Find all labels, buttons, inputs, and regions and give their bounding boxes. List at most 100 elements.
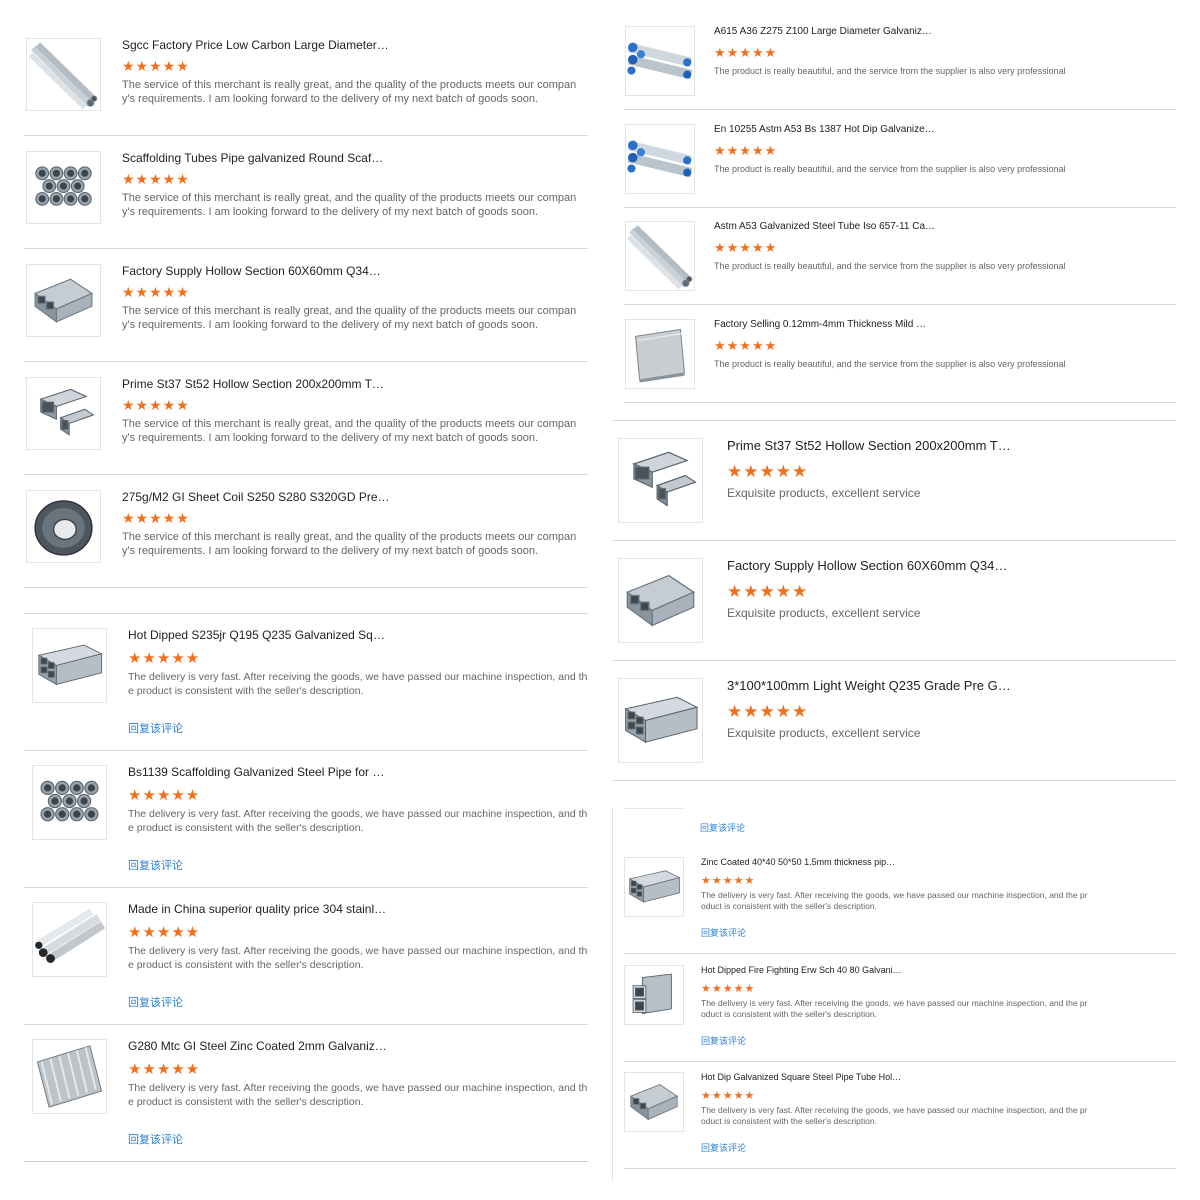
review-item: Zinc Coated 40*40 50*50 1.5mm thickness … xyxy=(612,800,1176,954)
product-title[interactable]: Prime St37 St52 Hollow Section 200x200mm… xyxy=(727,438,1011,453)
pipe-bundle-icon[interactable] xyxy=(26,38,101,111)
product-title[interactable]: Scaffolding Tubes Pipe galvanized Round … xyxy=(122,151,383,165)
review-text: The service of this merchant is really g… xyxy=(122,305,577,331)
review-text: The service of this merchant is really g… xyxy=(122,79,577,105)
reply-link[interactable]: 回复该评论 xyxy=(701,1141,746,1154)
product-title[interactable]: Zinc Coated 40*40 50*50 1.5mm thickness … xyxy=(701,857,895,867)
star-rating: ★★★★★ xyxy=(714,337,778,353)
panel-divider xyxy=(612,420,1176,421)
review-text: The service of this merchant is really g… xyxy=(122,418,577,444)
review-item: 275g/M2 GI Sheet Coil S250 S280 S320GD P… xyxy=(24,472,588,588)
square-tube-icon[interactable] xyxy=(26,264,101,337)
reply-link[interactable]: 回复该评论 xyxy=(128,857,183,873)
star-rating: ★★★★★ xyxy=(128,787,201,804)
review-divider xyxy=(24,887,588,888)
star-rating: ★★★★★ xyxy=(128,924,201,941)
review-item: A615 A36 Z275 Z100 Large Diameter Galvan… xyxy=(612,14,1176,112)
product-title[interactable]: Factory Selling 0.12mm-4mm Thickness Mil… xyxy=(714,319,926,330)
review-text: The delivery is very fast. After receivi… xyxy=(128,1082,588,1108)
review-divider xyxy=(624,206,1176,208)
star-rating: ★★★★★ xyxy=(727,582,809,601)
review-text: The product is really beautiful, and the… xyxy=(714,358,1066,369)
stainless-pipe-icon[interactable] xyxy=(32,902,107,977)
square-tube-icon[interactable] xyxy=(618,558,703,643)
product-title[interactable]: Made in China superior quality price 304… xyxy=(128,902,386,916)
hollow-section-icon[interactable] xyxy=(26,377,101,450)
product-title[interactable]: G280 Mtc GI Steel Zinc Coated 2mm Galvan… xyxy=(128,1039,388,1053)
reply-link[interactable]: 回复该评论 xyxy=(128,1131,183,1147)
product-title[interactable]: Sgcc Factory Price Low Carbon Large Diam… xyxy=(122,38,389,52)
product-title[interactable]: Astm A53 Galvanized Steel Tube Iso 657-1… xyxy=(714,221,935,232)
review-text: The product is really beautiful, and the… xyxy=(714,261,1066,271)
review-panel-b: A615 A36 Z275 Z100 Large Diameter Galvan… xyxy=(612,14,1176,422)
pipe-stack-icon[interactable] xyxy=(26,151,101,224)
star-rating: ★★★★★ xyxy=(122,171,190,187)
review-panel-c: Hot Dipped S235jr Q195 Q235 Galvanized S… xyxy=(24,600,588,1180)
review-divider xyxy=(24,587,588,588)
star-rating: ★★★★★ xyxy=(122,284,190,300)
square-tube-stack-icon[interactable] xyxy=(618,678,703,763)
review-divider xyxy=(24,613,588,614)
review-text: Exquisite products, excellent service xyxy=(727,726,921,740)
review-text: The service of this merchant is really g… xyxy=(122,531,577,557)
review-divider xyxy=(624,109,1176,110)
review-item: Sgcc Factory Price Low Carbon Large Diam… xyxy=(24,20,588,136)
review-divider xyxy=(624,304,1176,305)
review-item: Factory Supply Hollow Section 60X60mm Q3… xyxy=(24,246,588,362)
pipe-bundle-icon[interactable] xyxy=(625,221,695,291)
review-item: Hot Dipped Fire Fighting Erw Sch 40 80 G… xyxy=(612,908,1176,1062)
review-text: The delivery is very fast. After receivi… xyxy=(128,808,588,834)
review-divider xyxy=(624,401,1176,403)
review-divider xyxy=(612,540,1176,541)
product-title[interactable]: Hot Dipped Fire Fighting Erw Sch 40 80 G… xyxy=(701,965,902,975)
product-title[interactable]: 3*100*100mm Light Weight Q235 Grade Pre … xyxy=(727,678,1011,693)
product-title[interactable]: Prime St37 St52 Hollow Section 200x200mm… xyxy=(122,377,384,391)
review-item: Astm A53 Galvanized Steel Tube Iso 657-1… xyxy=(612,209,1176,307)
product-title[interactable]: 275g/M2 GI Sheet Coil S250 S280 S320GD P… xyxy=(122,490,390,504)
corrugated-sheet-icon[interactable] xyxy=(32,1039,107,1114)
review-item: Prime St37 St52 Hollow Section 200x200mm… xyxy=(24,359,588,475)
review-divider xyxy=(24,1024,588,1025)
star-rating: ★★★★★ xyxy=(122,58,190,74)
review-item: Scaffolding Tubes Pipe galvanized Round … xyxy=(24,133,588,249)
product-title[interactable]: Hot Dipped S235jr Q195 Q235 Galvanized S… xyxy=(128,628,388,642)
star-rating: ★★★★★ xyxy=(122,397,190,413)
product-title[interactable]: Bs1139 Scaffolding Galvanized Steel Pipe… xyxy=(128,765,384,779)
reply-link[interactable]: 回复该评论 xyxy=(128,720,183,736)
review-item: En 10255 Astm A53 Bs 1387 Hot Dip Galvan… xyxy=(612,112,1176,210)
panel-bottom-divider xyxy=(24,1161,588,1162)
star-rating: ★★★★★ xyxy=(122,510,190,526)
product-title[interactable]: En 10255 Astm A53 Bs 1387 Hot Dip Galvan… xyxy=(714,124,935,135)
star-rating: ★★★★★ xyxy=(727,462,809,481)
product-title[interactable]: Hot Dip Galvanized Square Steel Pipe Tub… xyxy=(701,1072,901,1082)
star-rating: ★★★★★ xyxy=(714,45,778,60)
reply-link[interactable]: 回复该评论 xyxy=(128,994,183,1010)
review-item: Bs1139 Scaffolding Galvanized Steel Pipe… xyxy=(24,737,588,874)
review-divider xyxy=(612,780,1176,781)
review-item: 3*100*100mm Light Weight Q235 Grade Pre … xyxy=(612,664,1176,784)
review-text: The product is really beautiful, and the… xyxy=(714,163,1066,174)
review-divider xyxy=(624,1168,1176,1169)
star-rating: ★★★★★ xyxy=(701,1090,756,1102)
square-tube-stack-icon[interactable] xyxy=(32,628,107,703)
blue-pipe-bundle-icon[interactable] xyxy=(625,26,695,96)
steel-coil-icon[interactable] xyxy=(26,490,101,563)
review-text: Exquisite products, excellent service xyxy=(727,606,921,620)
review-text: The delivery is very fast. After receivi… xyxy=(701,1105,1088,1126)
review-text: Exquisite products, excellent service xyxy=(727,486,921,500)
product-title[interactable]: Factory Supply Hollow Section 60X60mm Q3… xyxy=(727,558,1007,573)
star-rating: ★★★★★ xyxy=(727,702,809,721)
review-divider xyxy=(24,750,588,751)
star-rating: ★★★★★ xyxy=(128,1061,201,1078)
square-tube-icon[interactable] xyxy=(624,1072,684,1132)
hollow-section-icon[interactable] xyxy=(618,438,703,523)
product-title[interactable]: Factory Supply Hollow Section 60X60mm Q3… xyxy=(122,264,381,278)
review-panel-d: Prime St37 St52 Hollow Section 200x200mm… xyxy=(612,424,1176,784)
pipe-stack-icon[interactable] xyxy=(32,765,107,840)
blue-pipe-bundle-icon[interactable] xyxy=(625,123,695,194)
star-rating: ★★★★★ xyxy=(701,982,756,995)
star-rating: ★★★★★ xyxy=(701,875,756,887)
review-text: The delivery is very fast. After receivi… xyxy=(128,671,588,697)
product-title[interactable]: A615 A36 Z275 Z100 Large Diameter Galvan… xyxy=(714,26,932,37)
steel-sheet-icon[interactable] xyxy=(625,318,695,389)
